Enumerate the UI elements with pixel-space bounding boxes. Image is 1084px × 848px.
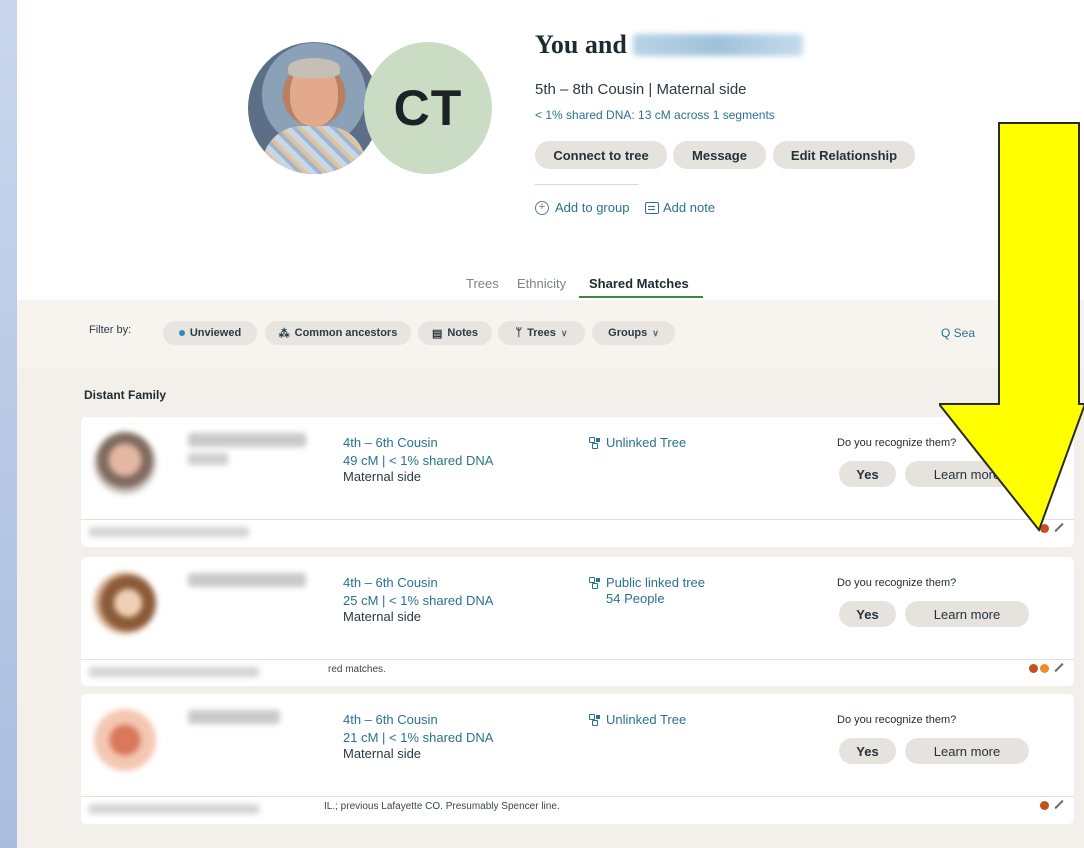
message-button[interactable]: Message	[673, 141, 766, 169]
desktop-background	[0, 0, 17, 848]
section-title: Distant Family	[84, 388, 167, 402]
card-divider	[81, 659, 1074, 660]
yellow-down-arrow-annotation	[939, 122, 1084, 533]
plus-circle-icon: +	[535, 200, 549, 215]
yes-button[interactable]: Yes	[839, 461, 896, 487]
chip-label: Groups	[608, 327, 648, 339]
tree-label: Unlinked Tree	[606, 712, 687, 727]
chip-label: Notes	[447, 327, 478, 339]
add-note-label: Add note	[663, 200, 716, 215]
yes-button[interactable]: Yes	[839, 601, 896, 627]
redacted-match-name	[188, 573, 306, 587]
filter-groups-chip[interactable]: Groups ∨	[592, 321, 675, 345]
match-relationship[interactable]: 4th – 6th Cousin	[343, 575, 438, 590]
title-prefix: You and	[535, 30, 627, 59]
learn-more-button[interactable]: Learn more	[905, 601, 1029, 627]
tree-label: Public linked tree	[606, 575, 705, 590]
divider	[535, 184, 639, 185]
active-tab-underline	[579, 296, 703, 298]
chevron-down-icon: ∨	[652, 327, 659, 338]
match-card[interactable]: 4th – 6th Cousin 49 cM | < 1% shared DNA…	[81, 417, 1074, 547]
match-avatar	[94, 709, 156, 771]
learn-more-button[interactable]: Learn more	[905, 738, 1029, 764]
match-tree-link[interactable]: Public linked tree	[589, 575, 705, 590]
note-icon: ▤	[432, 327, 443, 340]
group-dots[interactable]	[1040, 800, 1064, 810]
photo-hair	[288, 58, 340, 78]
redacted-match-name	[632, 34, 803, 56]
tree-icon	[589, 577, 600, 589]
tree-icon	[589, 437, 600, 449]
redacted-note	[89, 527, 249, 537]
edit-relationship-button[interactable]: Edit Relationship	[773, 141, 915, 169]
card-divider	[81, 519, 1074, 520]
filter-unviewed-chip[interactable]: Unviewed	[163, 321, 257, 345]
match-initials-avatar: CT	[364, 42, 492, 174]
redacted-note	[89, 804, 259, 814]
pencil-icon[interactable]	[1054, 800, 1064, 810]
match-relationship[interactable]: 4th – 6th Cousin	[343, 435, 438, 450]
tab-trees[interactable]: Trees	[466, 276, 499, 291]
tree-people-count: 54 People	[606, 591, 665, 606]
match-side: Maternal side	[343, 469, 422, 484]
recognize-question: Do you recognize them?	[837, 714, 957, 726]
add-to-group-link[interactable]: + Add to group	[535, 200, 629, 215]
card-divider	[81, 796, 1074, 797]
recognize-question: Do you recognize them?	[837, 577, 957, 589]
match-shared-dna[interactable]: 25 cM | < 1% shared DNA	[343, 593, 493, 608]
tab-ethnicity[interactable]: Ethnicity	[517, 276, 566, 291]
chip-label: Unviewed	[189, 327, 242, 339]
ancestors-icon: ⁂	[278, 327, 290, 340]
user-photo-avatar	[248, 42, 380, 174]
redacted-match-name	[188, 710, 280, 724]
chevron-down-icon: ∨	[560, 327, 568, 338]
match-tree-link[interactable]: Unlinked Tree	[589, 712, 686, 727]
filter-trees-chip[interactable]: ᛘ Trees ∨	[498, 321, 585, 345]
match-card[interactable]: 4th – 6th Cousin 25 cM | < 1% shared DNA…	[81, 557, 1074, 686]
photo-shirt	[262, 126, 366, 174]
group-dots[interactable]	[1029, 663, 1064, 673]
redacted-note	[89, 667, 259, 677]
group-dot	[1040, 663, 1049, 673]
match-page: CT You and 5th – 8th Cousin | Maternal s…	[17, 0, 1084, 848]
tree-icon	[589, 714, 600, 726]
unviewed-dot-icon	[178, 330, 185, 336]
redacted-match-name	[188, 453, 228, 465]
page-title: You and	[535, 30, 803, 60]
match-shared-dna[interactable]: 21 cM | < 1% shared DNA	[343, 730, 493, 745]
yes-button[interactable]: Yes	[839, 738, 896, 764]
group-dot	[1040, 800, 1049, 810]
match-avatar	[94, 432, 156, 494]
filter-notes-chip[interactable]: ▤ Notes	[418, 321, 492, 345]
match-card[interactable]: 4th – 6th Cousin 21 cM | < 1% shared DNA…	[81, 694, 1074, 824]
group-dot	[1029, 663, 1038, 673]
pencil-icon[interactable]	[1054, 663, 1064, 673]
match-shared-dna[interactable]: 49 cM | < 1% shared DNA	[343, 453, 493, 468]
filter-common-ancestors-chip[interactable]: ⁂ Common ancestors	[265, 321, 411, 345]
connect-to-tree-button[interactable]: Connect to tree	[535, 141, 667, 169]
match-note: red matches.	[328, 664, 386, 675]
redacted-match-name	[188, 433, 306, 447]
match-note: IL.; previous Lafayette CO. Presumably S…	[324, 801, 560, 812]
relationship-text: 5th – 8th Cousin | Maternal side	[535, 81, 747, 98]
add-note-link[interactable]: Add note	[645, 200, 715, 215]
match-side: Maternal side	[343, 746, 422, 761]
add-to-group-label: Add to group	[555, 200, 630, 215]
chip-label: Common ancestors	[294, 327, 398, 339]
shared-dna-link[interactable]: < 1% shared DNA: 13 cM across 1 segments	[535, 108, 775, 122]
note-icon	[645, 201, 659, 214]
filter-by-label: Filter by:	[89, 324, 132, 336]
tab-shared-matches[interactable]: Shared Matches	[589, 276, 689, 291]
chip-label: Trees	[527, 327, 556, 339]
tree-icon: ᛘ	[515, 327, 523, 339]
match-relationship[interactable]: 4th – 6th Cousin	[343, 712, 438, 727]
match-side: Maternal side	[343, 609, 422, 624]
tree-label: Unlinked Tree	[606, 435, 687, 450]
match-avatar	[94, 572, 156, 634]
match-tree-link[interactable]: Unlinked Tree	[589, 435, 686, 450]
